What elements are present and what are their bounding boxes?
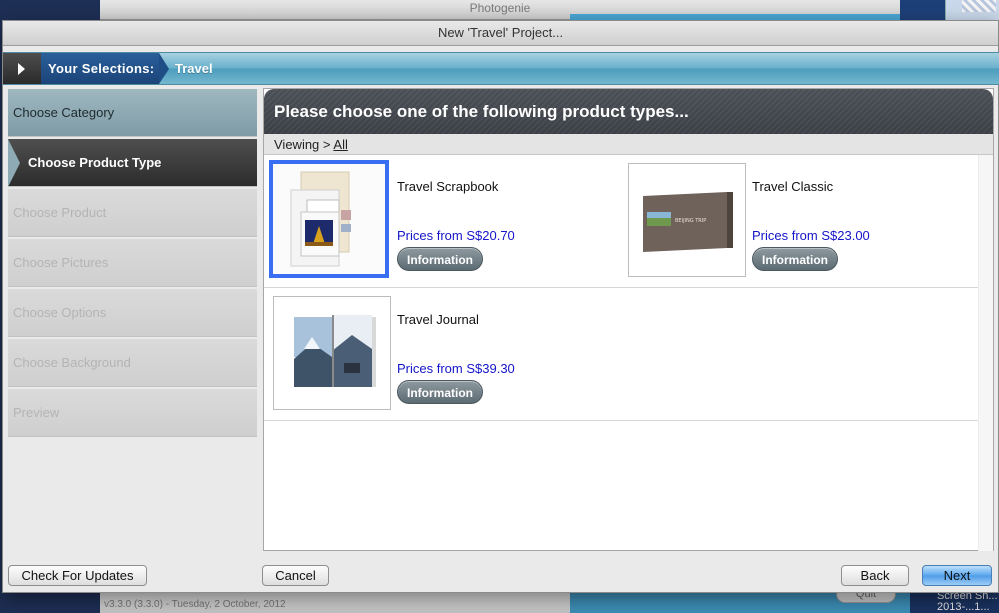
step-choose-pictures: Choose Pictures [8, 239, 257, 287]
product-travel-journal[interactable]: Travel Journal Prices from S$39.30 Infor… [273, 296, 629, 414]
parent-window-title: Photogenie [469, 1, 531, 15]
product-price: Prices from S$39.30 [397, 361, 515, 376]
product-type-panel: Please choose one of the following produ… [263, 88, 994, 551]
step-choose-background: Choose Background [8, 339, 257, 387]
parent-version-text: v3.3.0 (3.3.0) - Tuesday, 2 October, 201… [104, 599, 286, 610]
product-price: Prices from S$20.70 [397, 228, 515, 243]
information-button[interactable]: Information [397, 380, 483, 404]
viewing-all-link[interactable]: All [333, 137, 347, 152]
panel-heading: Please choose one of the following produ… [264, 89, 993, 134]
viewing-breadcrumb: Viewing > All [264, 134, 993, 155]
product-row: Travel Journal Prices from S$39.30 Infor… [264, 288, 978, 421]
information-button[interactable]: Information [397, 247, 483, 271]
selections-value: Travel [175, 61, 213, 76]
desktop-file-thumbnail[interactable] [945, 0, 999, 20]
step-choose-product: Choose Product [8, 189, 257, 237]
selections-label: Your Selections: [41, 53, 169, 84]
parent-status-bar: v3.3.0 (3.3.0) - Tuesday, 2 October, 201… [100, 593, 570, 613]
product-travel-classic[interactable]: BEIJING TRIP Travel Classic Prices from … [628, 163, 984, 281]
product-name: Travel Scrapbook [397, 179, 499, 194]
step-choose-category[interactable]: Choose Category [8, 89, 257, 137]
step-choose-options: Choose Options [8, 289, 257, 337]
product-list: Travel Scrapbook Prices from S$20.70 Inf… [264, 155, 978, 421]
step-choose-product-type[interactable]: Choose Product Type [8, 139, 257, 187]
dialog-titlebar: New 'Travel' Project... [3, 21, 998, 46]
journal-thumbnail-icon[interactable] [273, 296, 391, 410]
play-arrow-icon [18, 63, 25, 75]
scrapbook-thumbnail-icon[interactable] [269, 160, 389, 278]
classic-book-thumbnail-icon[interactable]: BEIJING TRIP [628, 163, 746, 277]
product-row: Travel Scrapbook Prices from S$20.70 Inf… [264, 155, 978, 288]
information-button[interactable]: Information [752, 247, 838, 271]
viewing-label: Viewing > [274, 137, 331, 152]
step-preview: Preview [8, 389, 257, 437]
check-for-updates-button[interactable]: Check For Updates [8, 565, 147, 586]
selections-bar: Your Selections: Travel [3, 52, 999, 85]
cancel-button[interactable]: Cancel [262, 565, 329, 586]
product-price: Prices from S$23.00 [752, 228, 870, 243]
wizard-steps: Choose Category Choose Product Type Choo… [8, 89, 257, 439]
product-name: Travel Classic [752, 179, 834, 194]
new-project-dialog: New 'Travel' Project... Your Selections:… [2, 20, 999, 593]
next-button[interactable]: Next [922, 565, 992, 586]
back-button[interactable]: Back [841, 565, 909, 586]
dialog-title: New 'Travel' Project... [437, 25, 564, 40]
vertical-scrollbar[interactable] [978, 155, 993, 551]
product-travel-scrapbook[interactable]: Travel Scrapbook Prices from S$20.70 Inf… [269, 160, 629, 281]
product-name: Travel Journal [397, 312, 479, 327]
cover-text: BEIJING TRIP [675, 218, 706, 224]
desktop-file-label[interactable]: Screen Sh... 2013-...1... [910, 591, 999, 613]
selections-toggle[interactable] [3, 53, 41, 84]
